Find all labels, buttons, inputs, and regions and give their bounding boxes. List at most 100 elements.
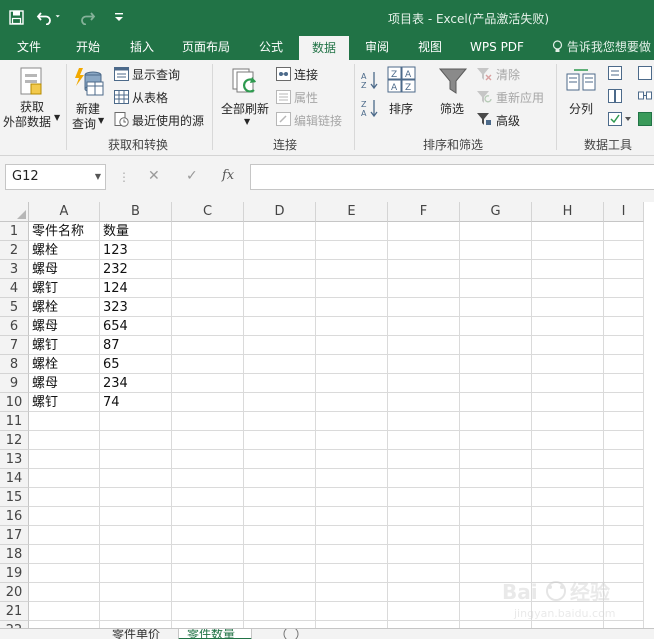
cell-e10[interactable] bbox=[316, 393, 388, 412]
cell-e13[interactable] bbox=[316, 450, 388, 469]
cell-d20[interactable] bbox=[244, 583, 316, 602]
cell-e6[interactable] bbox=[316, 317, 388, 336]
cell-g15[interactable] bbox=[460, 488, 532, 507]
column-header-a[interactable]: A bbox=[29, 202, 100, 222]
cell-g13[interactable] bbox=[460, 450, 532, 469]
row-header-15[interactable]: 15 bbox=[0, 488, 29, 507]
cell-d4[interactable] bbox=[244, 279, 316, 298]
tab-page-layout[interactable]: 页面布局 bbox=[172, 34, 240, 60]
cell-i1[interactable] bbox=[604, 222, 644, 241]
edit-links-button[interactable]: 编辑链接 bbox=[294, 112, 342, 129]
show-queries-button[interactable]: 显示查询 bbox=[132, 66, 180, 83]
save-icon[interactable] bbox=[5, 7, 27, 27]
cell-i12[interactable] bbox=[604, 431, 644, 450]
insert-function-icon[interactable]: fx bbox=[222, 168, 234, 183]
undo-icon[interactable] bbox=[34, 7, 64, 27]
name-box[interactable]: G12 ▼ bbox=[5, 164, 106, 190]
cell-e2[interactable] bbox=[316, 241, 388, 260]
cell-i6[interactable] bbox=[604, 317, 644, 336]
cell-h16[interactable] bbox=[532, 507, 604, 526]
cell-e15[interactable] bbox=[316, 488, 388, 507]
cell-c4[interactable] bbox=[172, 279, 244, 298]
row-header-14[interactable]: 14 bbox=[0, 469, 29, 488]
cell-c8[interactable] bbox=[172, 355, 244, 374]
cancel-icon[interactable]: ✕ bbox=[148, 168, 160, 184]
cell-h11[interactable] bbox=[532, 412, 604, 431]
cell-d10[interactable] bbox=[244, 393, 316, 412]
row-header-3[interactable]: 3 bbox=[0, 260, 29, 279]
from-table-button[interactable]: 从表格 bbox=[132, 89, 168, 106]
cell-c16[interactable] bbox=[172, 507, 244, 526]
cell-d18[interactable] bbox=[244, 545, 316, 564]
get-external-data-icon[interactable] bbox=[18, 66, 44, 99]
row-header-1[interactable]: 1 bbox=[0, 222, 29, 241]
tell-me-box[interactable]: 告诉我您想要做 bbox=[552, 34, 651, 60]
filter-icon[interactable] bbox=[438, 66, 468, 99]
cell-e21[interactable] bbox=[316, 602, 388, 621]
cell-i9[interactable] bbox=[604, 374, 644, 393]
cell-g11[interactable] bbox=[460, 412, 532, 431]
cell-d7[interactable] bbox=[244, 336, 316, 355]
cell-e5[interactable] bbox=[316, 298, 388, 317]
cell-f4[interactable] bbox=[388, 279, 460, 298]
formula-input[interactable] bbox=[250, 164, 654, 190]
cell-b9[interactable]: 234 bbox=[100, 374, 172, 393]
cell-b19[interactable] bbox=[100, 564, 172, 583]
select-all-button[interactable] bbox=[0, 202, 29, 222]
sort-descending-icon[interactable]: ZA bbox=[361, 98, 379, 121]
row-header-22[interactable]: 22 bbox=[0, 621, 29, 628]
new-query-label2[interactable]: 查询 bbox=[72, 115, 96, 132]
cell-i16[interactable] bbox=[604, 507, 644, 526]
cell-i14[interactable] bbox=[604, 469, 644, 488]
cell-e14[interactable] bbox=[316, 469, 388, 488]
cell-h5[interactable] bbox=[532, 298, 604, 317]
cell-g1[interactable] bbox=[460, 222, 532, 241]
column-header-f[interactable]: F bbox=[388, 202, 460, 222]
tab-data[interactable]: 数据 bbox=[299, 36, 349, 60]
cell-h1[interactable] bbox=[532, 222, 604, 241]
cell-d12[interactable] bbox=[244, 431, 316, 450]
refresh-all-button[interactable]: 全部刷新 bbox=[221, 100, 269, 117]
row-header-20[interactable]: 20 bbox=[0, 583, 29, 602]
cell-i17[interactable] bbox=[604, 526, 644, 545]
cell-h8[interactable] bbox=[532, 355, 604, 374]
cell-c17[interactable] bbox=[172, 526, 244, 545]
cell-d16[interactable] bbox=[244, 507, 316, 526]
cell-h3[interactable] bbox=[532, 260, 604, 279]
cell-h15[interactable] bbox=[532, 488, 604, 507]
cell-a9[interactable]: 螺母 bbox=[29, 374, 100, 393]
cell-c14[interactable] bbox=[172, 469, 244, 488]
cell-c12[interactable] bbox=[172, 431, 244, 450]
cell-b22[interactable] bbox=[100, 621, 172, 628]
tab-formulas[interactable]: 公式 bbox=[246, 34, 296, 60]
text-to-columns-button[interactable]: 分列 bbox=[569, 100, 593, 117]
row-header-2[interactable]: 2 bbox=[0, 241, 29, 260]
cell-b11[interactable] bbox=[100, 412, 172, 431]
cell-b7[interactable]: 87 bbox=[100, 336, 172, 355]
recent-sources-button[interactable]: 最近使用的源 bbox=[132, 112, 204, 129]
cell-b2[interactable]: 123 bbox=[100, 241, 172, 260]
cell-c20[interactable] bbox=[172, 583, 244, 602]
cell-d1[interactable] bbox=[244, 222, 316, 241]
cell-i4[interactable] bbox=[604, 279, 644, 298]
cell-e20[interactable] bbox=[316, 583, 388, 602]
row-header-11[interactable]: 11 bbox=[0, 412, 29, 431]
cell-f13[interactable] bbox=[388, 450, 460, 469]
cell-f19[interactable] bbox=[388, 564, 460, 583]
cell-g9[interactable] bbox=[460, 374, 532, 393]
cell-d5[interactable] bbox=[244, 298, 316, 317]
cell-e9[interactable] bbox=[316, 374, 388, 393]
cell-d14[interactable] bbox=[244, 469, 316, 488]
enter-icon[interactable]: ✓ bbox=[186, 168, 198, 184]
column-header-b[interactable]: B bbox=[100, 202, 172, 222]
cell-h6[interactable] bbox=[532, 317, 604, 336]
cell-c2[interactable] bbox=[172, 241, 244, 260]
cell-f22[interactable] bbox=[388, 621, 460, 628]
cell-g12[interactable] bbox=[460, 431, 532, 450]
row-header-7[interactable]: 7 bbox=[0, 336, 29, 355]
relationships-icon[interactable] bbox=[638, 89, 652, 106]
reapply-button[interactable]: 重新应用 bbox=[496, 89, 544, 106]
cell-f21[interactable] bbox=[388, 602, 460, 621]
cell-b14[interactable] bbox=[100, 469, 172, 488]
cell-e8[interactable] bbox=[316, 355, 388, 374]
